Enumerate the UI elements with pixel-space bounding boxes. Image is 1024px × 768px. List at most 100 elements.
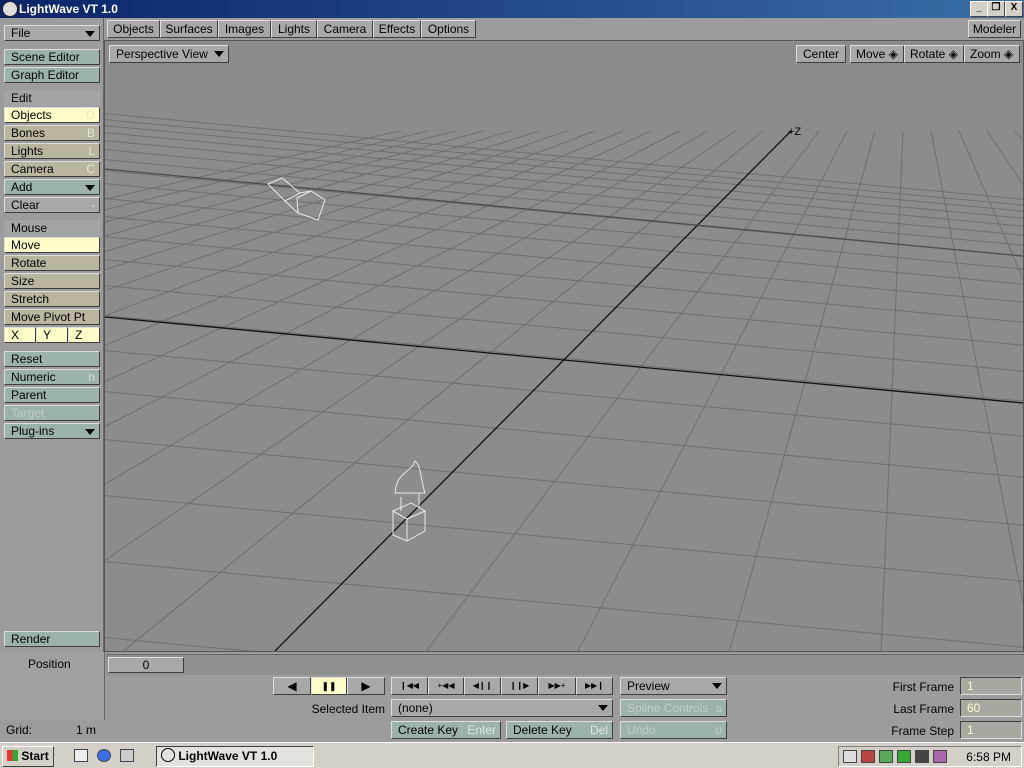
scheduler-icon[interactable]	[897, 750, 911, 763]
close-button[interactable]: X	[1005, 1, 1023, 17]
parent-button[interactable]: Parent	[4, 387, 100, 403]
outlook-express-icon[interactable]	[120, 749, 134, 762]
preview-dropdown[interactable]: Preview	[620, 677, 727, 695]
undo-label: Undo	[627, 723, 656, 737]
axis-y-toggle[interactable]: Y	[36, 327, 68, 343]
network-icon[interactable]	[861, 750, 875, 763]
bones-mode-button[interactable]: Bones B	[4, 125, 100, 141]
zoom-view-button[interactable]: Zoom ◈	[964, 45, 1020, 63]
clear-menu-button[interactable]: Clear -	[4, 197, 100, 213]
first-key-button[interactable]: ❙◀◀	[391, 677, 428, 695]
last-frame-label: Last Frame	[893, 702, 954, 716]
camera-label: Camera	[11, 162, 54, 176]
show-desktop-icon[interactable]	[74, 749, 88, 762]
cube-icon[interactable]	[933, 750, 947, 763]
camera-wireframe-icon[interactable]	[267, 177, 326, 221]
pause-button[interactable]: ❚❚	[311, 677, 347, 695]
light-wireframe-icon[interactable]	[391, 460, 427, 542]
create-key-button[interactable]: Create Key Enter	[391, 721, 501, 739]
menu-options[interactable]: Options	[421, 20, 476, 38]
play-forward-button[interactable]: ▶	[347, 677, 385, 695]
size-tool-button[interactable]: Size	[4, 273, 100, 289]
z-axis-label: +Z	[788, 126, 801, 138]
move-pivot-button[interactable]: Move Pivot Pt	[4, 309, 100, 325]
lightwave-logo-icon	[161, 748, 175, 762]
view-mode-dropdown[interactable]: Perspective View	[109, 45, 229, 63]
prev-key-button[interactable]: +◀◀	[428, 677, 464, 695]
move-tool-button[interactable]: Move	[4, 237, 100, 253]
last-key-button[interactable]: ▶▶❙	[576, 677, 613, 695]
camera-mode-button[interactable]: Camera C	[4, 161, 100, 177]
graph-editor-button[interactable]: Graph Editor	[4, 67, 100, 83]
rotate-view-label: Rotate	[910, 47, 946, 61]
chevron-down-icon	[85, 429, 95, 435]
grid-lines	[105, 113, 1023, 651]
axis-z-toggle[interactable]: Z	[68, 327, 100, 343]
undo-button[interactable]: Undo u	[620, 721, 727, 739]
clear-shortcut: -	[91, 198, 95, 212]
maximize-button[interactable]: ❐	[987, 1, 1005, 17]
menu-objects[interactable]: Objects	[107, 20, 160, 38]
chevron-down-icon	[214, 51, 224, 57]
rotate-tool-button[interactable]: Rotate	[4, 255, 100, 271]
lights-mode-button[interactable]: Lights L	[4, 143, 100, 159]
frame-step-input[interactable]: 1	[960, 721, 1022, 739]
camera-icon[interactable]	[915, 750, 929, 763]
internet-explorer-icon[interactable]	[97, 749, 111, 762]
selected-item-label: Selected Item	[311, 702, 385, 716]
target-button[interactable]: Target	[4, 405, 100, 421]
lightwave-logo-icon	[2, 1, 18, 17]
3d-viewport[interactable]: +Z Perspective View Center Move ◈ Rotate…	[104, 40, 1024, 652]
start-button[interactable]: Start	[2, 746, 54, 767]
scene-editor-button[interactable]: Scene Editor	[4, 49, 100, 65]
menu-lights[interactable]: Lights	[271, 20, 317, 38]
left-toolbar: File Scene Editor Graph Editor Edit Obje…	[0, 18, 104, 652]
preview-label: Preview	[627, 679, 670, 693]
taskbar-lightwave-button[interactable]: LightWave VT 1.0	[156, 746, 314, 767]
frame-step-label: Frame Step	[891, 724, 954, 738]
minimize-button[interactable]: _	[970, 1, 988, 17]
move-view-button[interactable]: Move ◈	[850, 45, 904, 63]
lights-shortcut: L	[88, 144, 95, 158]
render-menu-button[interactable]: Render	[4, 631, 100, 647]
reset-button[interactable]: Reset	[4, 351, 100, 367]
first-frame-input[interactable]: 1	[960, 677, 1022, 695]
volume-icon[interactable]	[843, 750, 857, 763]
selected-item-dropdown[interactable]: (none)	[391, 699, 613, 717]
stretch-tool-button[interactable]: Stretch	[4, 291, 100, 307]
menu-images[interactable]: Images	[218, 20, 271, 38]
modeler-button[interactable]: Modeler	[968, 20, 1021, 38]
mouse-header: Mouse	[4, 220, 100, 236]
start-label: Start	[21, 749, 49, 763]
edit-header: Edit	[4, 90, 100, 106]
axis-x-toggle[interactable]: X	[4, 327, 36, 343]
add-menu-button[interactable]: Add	[4, 179, 100, 195]
rotate-arrows-icon: ◈	[948, 47, 958, 61]
plugins-menu-button[interactable]: Plug-ins	[4, 423, 100, 439]
display-icon[interactable]	[879, 750, 893, 763]
move-arrows-icon: ◈	[888, 47, 898, 61]
menu-effects[interactable]: Effects	[373, 20, 421, 38]
bones-label: Bones	[11, 126, 46, 140]
file-label: File	[11, 26, 31, 40]
next-frame-button[interactable]: ❙❙▶	[501, 677, 538, 695]
play-backward-button[interactable]: ◀	[273, 677, 311, 695]
spline-controls-button[interactable]: Spline Controls s	[620, 699, 727, 717]
delete-key-label: Delete Key	[513, 723, 572, 737]
timeline-slider[interactable]: 0	[108, 657, 184, 673]
last-frame-input[interactable]: 60	[960, 699, 1022, 717]
menu-surfaces[interactable]: Surfaces	[160, 20, 218, 38]
file-menu-button[interactable]: File	[4, 25, 100, 41]
timeline-track[interactable]: 0	[106, 654, 1024, 675]
center-button[interactable]: Center	[796, 45, 846, 63]
next-key-button[interactable]: ▶▶+	[538, 677, 576, 695]
grid-value: 1 m	[75, 723, 96, 737]
chevron-down-icon	[85, 185, 95, 191]
prev-frame-button[interactable]: ◀❙❙	[464, 677, 501, 695]
numeric-button[interactable]: Numeric n	[4, 369, 100, 385]
delete-key-button[interactable]: Delete Key Del	[506, 721, 613, 739]
rotate-view-button[interactable]: Rotate ◈	[904, 45, 964, 63]
lights-label: Lights	[11, 144, 44, 158]
objects-mode-button[interactable]: Objects O	[4, 107, 100, 123]
menu-camera[interactable]: Camera	[317, 20, 373, 38]
